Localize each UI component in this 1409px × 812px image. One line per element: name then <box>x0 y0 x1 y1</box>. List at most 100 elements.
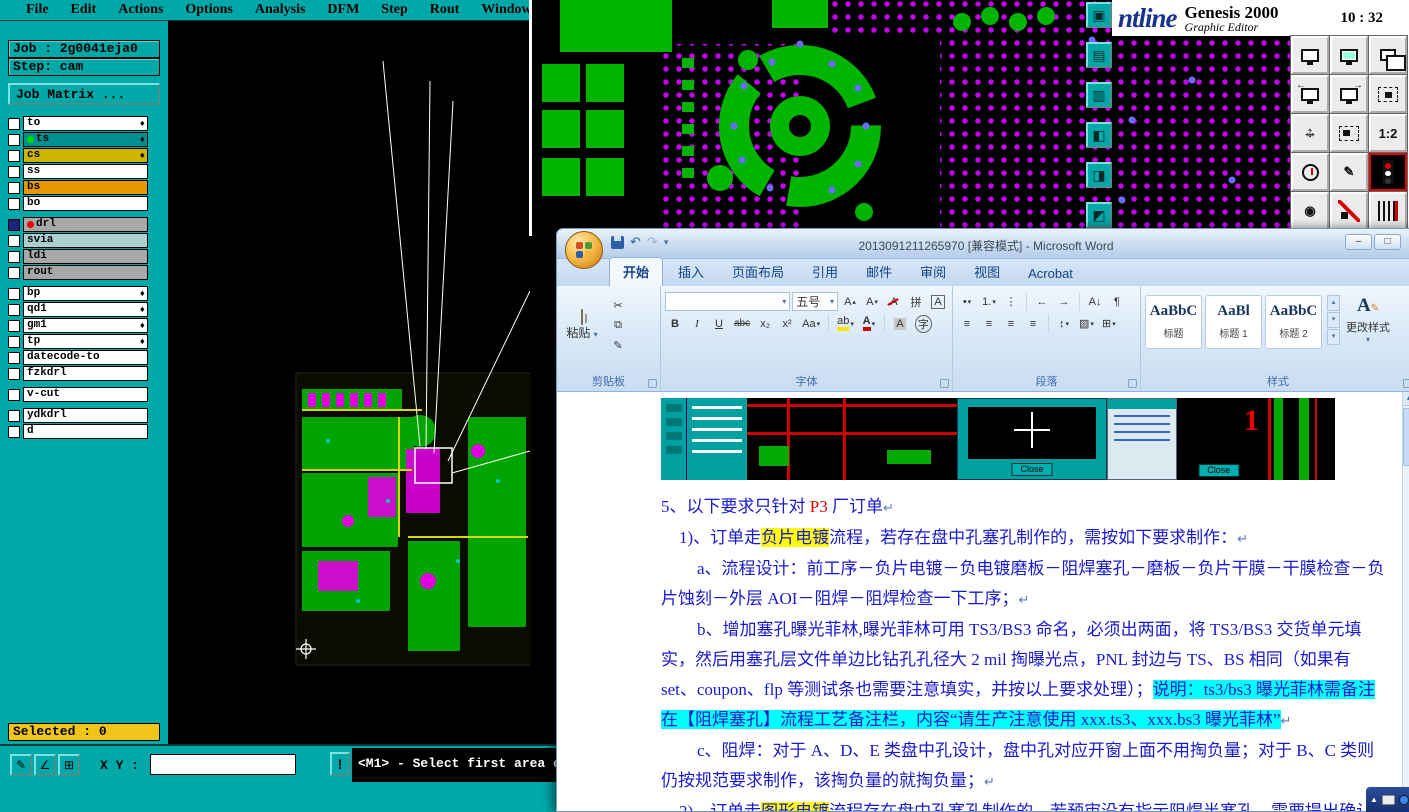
show-marks-button[interactable]: ¶ <box>1107 292 1127 311</box>
clipboard-dialog-launcher[interactable] <box>648 379 657 388</box>
layer-visibility-checkbox[interactable] <box>8 133 20 146</box>
maximize-button[interactable]: □ <box>1374 234 1401 250</box>
layer-name[interactable]: d <box>23 424 148 439</box>
save-icon[interactable] <box>611 235 624 249</box>
align-right-button[interactable]: ≡ <box>1001 314 1021 333</box>
scrollbar-thumb[interactable] <box>1403 408 1409 466</box>
tab-Acrobat[interactable]: Acrobat <box>1015 262 1086 286</box>
window-tile-button[interactable]: ▤ <box>1086 42 1112 68</box>
layer-name[interactable]: ss <box>23 164 148 179</box>
paragraph-dialog-launcher[interactable] <box>1128 379 1137 388</box>
bullets-button[interactable]: • ▾ <box>957 292 977 311</box>
clear-formatting-button[interactable]: A <box>884 292 904 311</box>
character-border-button[interactable]: A <box>928 292 948 311</box>
subscript-button[interactable]: x₂ <box>755 314 775 333</box>
style-card[interactable]: AaBbC 标题 2 <box>1265 295 1322 349</box>
enclose-characters-button[interactable]: 字 <box>912 314 935 333</box>
zoom-grid-button[interactable] <box>1329 113 1369 153</box>
menu-options[interactable]: Options <box>185 2 232 18</box>
system-tray[interactable]: ▲ <box>1366 787 1409 812</box>
tray-status-icon[interactable] <box>1398 794 1409 805</box>
layer-name[interactable]: drl <box>23 217 148 232</box>
font-size-combo[interactable]: 五号 ▾ <box>792 292 838 311</box>
shrink-font-button[interactable]: A ▾ <box>862 292 882 311</box>
document-scrollbar[interactable]: ▲ <box>1402 392 1409 811</box>
job-matrix-button[interactable]: Job Matrix ... <box>8 83 160 105</box>
paste-button[interactable]: 粘贴 ▾ <box>561 306 603 341</box>
tab-引用[interactable]: 引用 <box>799 258 851 286</box>
justify-button[interactable]: ≡ <box>1023 314 1043 333</box>
text-highlight-button[interactable]: ab ▾ <box>834 314 857 333</box>
layer-name[interactable]: ts ♦ <box>23 132 148 147</box>
menu-rout[interactable]: Rout <box>430 2 460 18</box>
layer-visibility-checkbox[interactable] <box>8 388 20 401</box>
view-screen-button[interactable] <box>1290 35 1330 75</box>
cut-button[interactable]: ✂ <box>608 296 628 315</box>
style-card[interactable]: AaBl 标题 1 <box>1205 295 1262 349</box>
line-spacing-button[interactable]: ↕ ▾ <box>1054 314 1074 333</box>
grow-font-button[interactable]: A ▴ <box>840 292 860 311</box>
increase-indent-button[interactable]: → <box>1054 292 1074 311</box>
alert-button[interactable]: ! <box>330 752 350 776</box>
layer-visibility-checkbox[interactable] <box>8 234 20 247</box>
gallery-up-icon[interactable]: ▴ <box>1327 295 1340 311</box>
layer-visibility-checkbox[interactable] <box>8 181 20 194</box>
layer-visibility-checkbox[interactable] <box>8 303 20 316</box>
tab-审阅[interactable]: 审阅 <box>907 258 959 286</box>
layer-name[interactable]: datecode-to <box>23 350 148 365</box>
layer-visibility-checkbox[interactable] <box>8 250 20 263</box>
office-button[interactable] <box>565 231 603 269</box>
undo-button[interactable]: ↶ <box>630 235 641 249</box>
layer-name[interactable]: qd1 ♦ <box>23 302 148 317</box>
layer-name[interactable]: cs ♦ <box>23 148 148 163</box>
edit-pen-button[interactable]: ✎ <box>1329 152 1369 192</box>
zoom-ratio-button[interactable]: 1:2 <box>1368 113 1408 153</box>
layer-visibility-checkbox[interactable] <box>8 117 20 130</box>
layer-visibility-checkbox[interactable] <box>8 319 20 332</box>
tab-插入[interactable]: 插入 <box>665 258 717 286</box>
tab-开始[interactable]: 开始 <box>609 257 664 286</box>
hidden-icons-arrow-icon[interactable]: ▲ <box>1370 795 1378 804</box>
pcb-main-view[interactable] <box>168 21 537 744</box>
bold-button[interactable]: B <box>665 314 685 333</box>
language-bar-icon[interactable] <box>1381 794 1395 805</box>
minimize-button[interactable]: – <box>1345 234 1372 250</box>
layer-name[interactable]: ldi <box>23 249 148 264</box>
pen-tool-button[interactable]: ✎ <box>10 754 32 776</box>
menu-step[interactable]: Step <box>381 2 407 18</box>
format-painter-button[interactable]: ✎ <box>608 336 628 355</box>
tab-页面布局[interactable]: 页面布局 <box>719 258 797 286</box>
tab-邮件[interactable]: 邮件 <box>853 258 905 286</box>
layer-visibility-checkbox[interactable] <box>8 218 20 231</box>
layer-name[interactable]: rout <box>23 265 148 280</box>
font-dialog-launcher[interactable] <box>940 379 949 388</box>
layer-visibility-checkbox[interactable] <box>8 425 20 438</box>
underline-button[interactable]: U <box>709 314 729 333</box>
align-center-button[interactable]: ≡ <box>979 314 999 333</box>
tile-windows-button[interactable] <box>1368 35 1408 75</box>
qat-dropdown-icon[interactable]: ▾ <box>664 237 669 248</box>
align-left-button[interactable]: ≡ <box>957 314 977 333</box>
layer-visibility-checkbox[interactable] <box>8 197 20 210</box>
menu-edit[interactable]: Edit <box>71 2 97 18</box>
layer-name[interactable]: svia <box>23 233 148 248</box>
phonetic-guide-button[interactable]: 拼 <box>906 292 926 311</box>
change-styles-button[interactable]: A✎ 更改样式 ▾ <box>1342 295 1394 349</box>
view-screen-fill-button[interactable] <box>1329 35 1369 75</box>
menu-actions[interactable]: Actions <box>118 2 163 18</box>
corner-view-button[interactable]: ◩ <box>1086 202 1112 228</box>
angle-tool-button[interactable]: ∠ <box>34 754 56 776</box>
strikethrough-button[interactable]: abc <box>731 314 753 333</box>
gallery-down-icon[interactable]: ▾ <box>1327 312 1340 328</box>
layer-visibility-checkbox[interactable] <box>8 367 20 380</box>
layer-name[interactable]: bs <box>23 180 148 195</box>
snapshot-button[interactable]: ◉ <box>1290 191 1330 231</box>
decrease-indent-button[interactable]: ← <box>1032 292 1052 311</box>
layer-visibility-checkbox[interactable] <box>8 266 20 279</box>
barcode-tool-button[interactable] <box>1368 191 1408 231</box>
import-view-button[interactable]: ← <box>1290 74 1330 114</box>
sort-button[interactable]: A↓ <box>1085 292 1105 311</box>
layer-visibility-checkbox[interactable] <box>8 149 20 162</box>
layer-visibility-checkbox[interactable] <box>8 335 20 348</box>
pan-tool-button[interactable]: ↔ ↕ <box>1290 113 1330 153</box>
